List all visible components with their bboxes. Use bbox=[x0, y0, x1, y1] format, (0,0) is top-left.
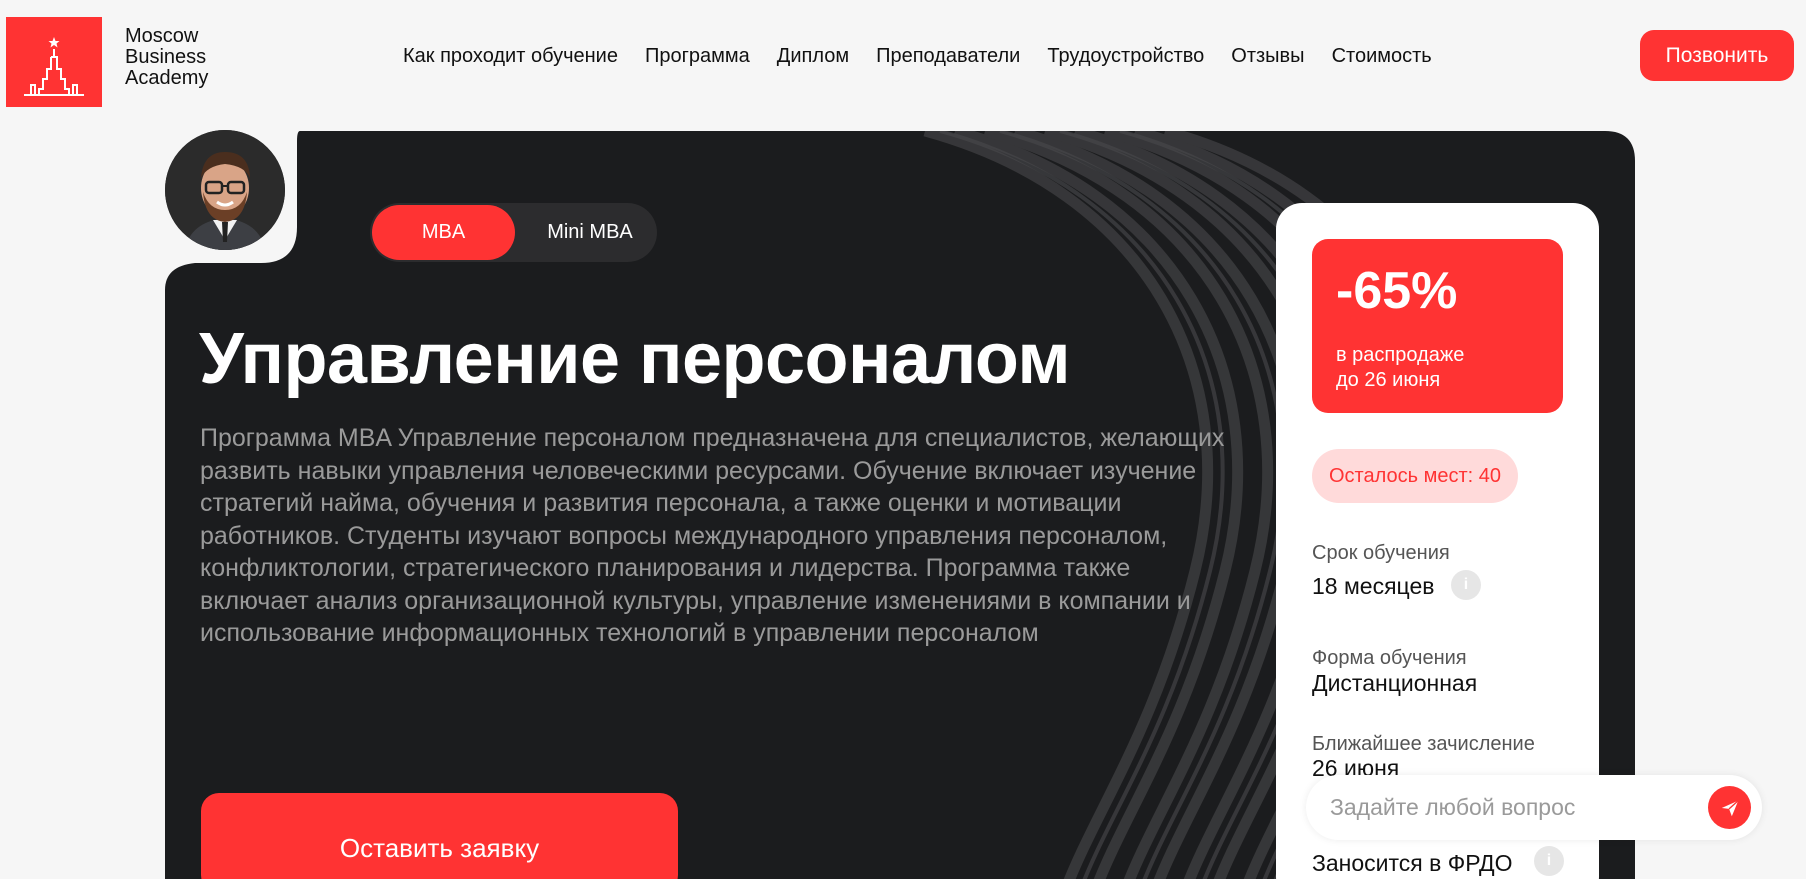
logo-line-3: Academy bbox=[125, 67, 209, 89]
diploma-value: Заносится в ФРДО bbox=[1312, 850, 1513, 876]
person-photo-icon bbox=[165, 130, 285, 250]
toggle-mini-mba[interactable]: Mini MBA bbox=[535, 205, 645, 260]
enrollment-label: Ближайшее зачисление bbox=[1312, 733, 1535, 755]
logo-text: Moscow Business Academy bbox=[125, 26, 208, 89]
nav-item-teachers[interactable]: Преподаватели bbox=[876, 45, 1020, 68]
sale-line-2: до 26 июня bbox=[1336, 369, 1441, 391]
call-button[interactable]: Позвонить bbox=[1640, 30, 1794, 81]
info-icon[interactable]: i bbox=[1451, 570, 1481, 600]
chat-input[interactable] bbox=[1330, 785, 1690, 830]
page-title: Управление персоналом bbox=[199, 319, 1071, 399]
sale-line-1: в распродаже bbox=[1336, 344, 1465, 366]
teacher-avatar bbox=[165, 130, 285, 250]
program-type-toggle: MBA Mini MBA bbox=[370, 203, 657, 262]
apply-button-label: Оставить заявку bbox=[339, 833, 540, 863]
seats-left-badge: Осталось мест: 40 bbox=[1312, 449, 1519, 503]
main-nav: Как проходит обучение Программа Диплом П… bbox=[403, 45, 1432, 68]
nav-item-diploma[interactable]: Диплом bbox=[777, 45, 849, 68]
discount-badge: -65% в распродаже до 26 июня bbox=[1312, 239, 1563, 413]
sale-text: в распродаже до 26 июня bbox=[1336, 343, 1464, 393]
format-label: Форма обучения bbox=[1312, 647, 1467, 669]
logo-line-2: Business bbox=[125, 46, 207, 68]
nav-item-price[interactable]: Стоимость bbox=[1332, 45, 1432, 68]
nav-item-employment[interactable]: Трудоустройство bbox=[1047, 45, 1204, 68]
program-description: Программа MBA Управление персоналом пред… bbox=[200, 424, 1225, 647]
chat-widget bbox=[1306, 775, 1762, 840]
logo[interactable] bbox=[6, 17, 102, 107]
send-icon bbox=[1721, 799, 1739, 816]
nav-item-program[interactable]: Программа bbox=[645, 45, 750, 68]
logo-line-1: Moscow bbox=[125, 25, 199, 47]
apply-button[interactable]: Оставить заявку bbox=[201, 793, 678, 879]
kremlin-tower-icon bbox=[24, 37, 84, 96]
format-value: Дистанционная bbox=[1312, 670, 1478, 696]
toggle-mba[interactable]: MBA bbox=[372, 205, 515, 260]
discount-percent: -65% bbox=[1336, 262, 1458, 320]
nav-item-learning[interactable]: Как проходит обучение bbox=[403, 45, 618, 68]
duration-label: Срок обучения bbox=[1312, 542, 1450, 564]
nav-item-reviews[interactable]: Отзывы bbox=[1231, 45, 1304, 68]
info-icon[interactable]: i bbox=[1534, 846, 1564, 876]
duration-value: 18 месяцев bbox=[1312, 573, 1435, 599]
send-button[interactable] bbox=[1708, 786, 1751, 829]
